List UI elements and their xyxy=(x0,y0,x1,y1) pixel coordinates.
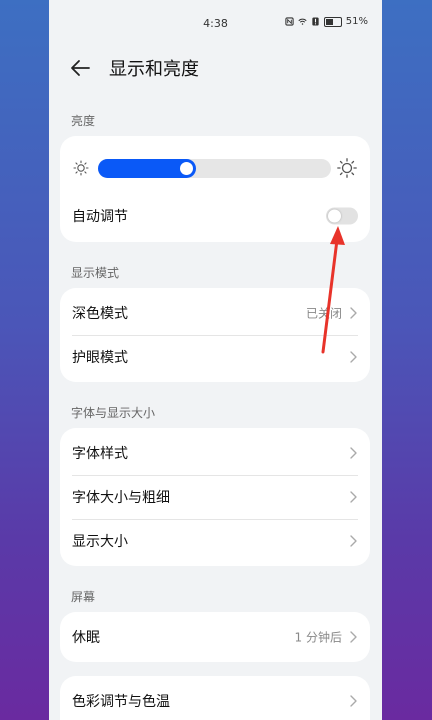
color-temperature-label: 色彩调节与色温 xyxy=(72,694,170,710)
chevron-right-icon xyxy=(350,491,357,503)
battery-icon xyxy=(323,16,342,27)
status-icons: 51% xyxy=(285,16,368,27)
notification-icon xyxy=(312,17,319,26)
chevron-right-icon xyxy=(350,695,357,707)
display-size-label: 显示大小 xyxy=(72,534,128,550)
section-label-brightness: 亮度 xyxy=(71,114,96,128)
settings-screen: 4:38 51% 显示和亮度 亮度 自动调节 显示模式 深色模式 已关闭 护眼模… xyxy=(49,0,382,720)
nfc-icon xyxy=(285,17,294,26)
brightness-high-icon xyxy=(337,158,357,178)
font-size-weight-label: 字体大小与粗细 xyxy=(72,490,170,506)
back-arrow-icon[interactable] xyxy=(69,56,93,80)
page-title: 显示和亮度 xyxy=(109,59,199,80)
chevron-right-icon xyxy=(350,351,357,363)
section-label-display-mode: 显示模式 xyxy=(71,266,120,280)
sleep-value: 1 分钟后 xyxy=(294,630,342,645)
auto-brightness-label: 自动调节 xyxy=(72,209,128,225)
auto-brightness-row: 自动调节 xyxy=(60,194,370,238)
status-bar: 4:38 51% xyxy=(49,0,382,46)
chevron-right-icon xyxy=(350,535,357,547)
chevron-right-icon xyxy=(350,447,357,459)
section-label-screen: 屏幕 xyxy=(71,590,96,604)
brightness-slider[interactable] xyxy=(98,159,331,178)
dark-mode-row[interactable]: 深色模式 已关闭 xyxy=(60,291,370,335)
toggle-knob xyxy=(328,209,341,223)
dark-mode-label: 深色模式 xyxy=(72,306,128,322)
section-label-font: 字体与显示大小 xyxy=(71,406,156,420)
brightness-card: 自动调节 xyxy=(60,136,370,242)
wifi-icon xyxy=(298,18,307,25)
font-style-label: 字体样式 xyxy=(72,446,128,462)
brightness-low-icon xyxy=(73,160,89,176)
font-style-row[interactable]: 字体样式 xyxy=(60,431,370,475)
color-temperature-row[interactable]: 色彩调节与色温 xyxy=(60,679,370,720)
font-card: 字体样式 字体大小与粗细 显示大小 xyxy=(60,428,370,566)
battery-percent: 51% xyxy=(345,16,368,27)
display-mode-card: 深色模式 已关闭 护眼模式 xyxy=(60,288,370,382)
display-size-row[interactable]: 显示大小 xyxy=(60,519,370,563)
brightness-slider-thumb[interactable] xyxy=(180,162,193,175)
screen-card: 休眠 1 分钟后 xyxy=(60,612,370,662)
color-card: 色彩调节与色温 xyxy=(60,676,370,720)
dark-mode-value: 已关闭 xyxy=(305,306,342,321)
sleep-label: 休眠 xyxy=(72,630,100,646)
auto-brightness-toggle[interactable] xyxy=(326,207,358,225)
chevron-right-icon xyxy=(350,307,357,319)
font-size-weight-row[interactable]: 字体大小与粗细 xyxy=(60,475,370,519)
eye-comfort-row[interactable]: 护眼模式 xyxy=(60,335,370,379)
title-bar: 显示和亮度 xyxy=(49,52,382,82)
eye-comfort-label: 护眼模式 xyxy=(72,350,128,366)
sleep-row[interactable]: 休眠 1 分钟后 xyxy=(60,615,370,659)
chevron-right-icon xyxy=(350,631,357,643)
